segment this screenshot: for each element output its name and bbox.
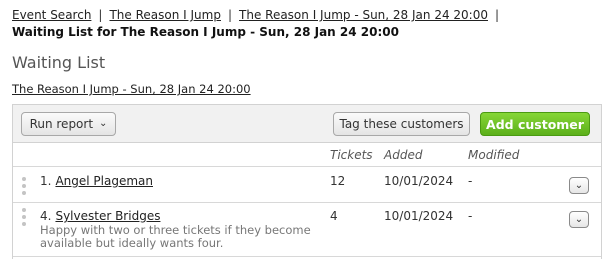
added-value: 10/01/2024 [384, 209, 454, 223]
table-row: 4. Sylvester Bridges Happy with two or th… [13, 203, 601, 257]
breadcrumb-performance[interactable]: The Reason I Jump - Sun, 28 Jan 24 20:00 [239, 8, 488, 22]
added-value: 10/01/2024 [384, 174, 454, 188]
chevron-down-icon: ⌄ [574, 214, 584, 225]
toolbar: Run report ⌄ Tag these customers Add cus… [13, 105, 601, 143]
tickets-value: 12 [330, 174, 346, 188]
customer-cell: 4. Sylvester Bridges [40, 209, 160, 223]
queue-position: 4. [40, 209, 52, 223]
breadcrumb-separator: | [227, 8, 233, 22]
chevron-down-icon: ⌄ [99, 118, 108, 129]
modified-value: - [468, 174, 473, 188]
column-header-tickets: Tickets [330, 148, 373, 162]
customer-name-link[interactable]: Angel Plageman [55, 174, 153, 188]
breadcrumb-separator: | [494, 8, 500, 22]
page-title: Waiting List [12, 53, 106, 72]
customer-name-link[interactable]: Sylvester Bridges [55, 209, 160, 223]
breadcrumb-event-search[interactable]: Event Search [12, 8, 91, 22]
add-customer-button[interactable]: Add customer [480, 112, 590, 136]
drag-handle-icon[interactable] [22, 177, 28, 195]
tag-customers-button[interactable]: Tag these customers [333, 112, 470, 136]
row-actions-button[interactable]: ⌄ [569, 211, 589, 228]
breadcrumb-event[interactable]: The Reason I Jump [109, 8, 221, 22]
queue-position: 1. [40, 174, 52, 188]
waiting-list-panel: Run report ⌄ Tag these customers Add cus… [12, 104, 602, 259]
breadcrumb: Event Search | The Reason I Jump | The Reaso… [12, 7, 602, 41]
row-actions-button[interactable]: ⌄ [569, 177, 589, 194]
event-performance-link[interactable]: The Reason I Jump - Sun, 28 Jan 24 20:00 [12, 82, 251, 96]
column-header-modified: Modified [468, 148, 520, 162]
drag-handle-icon[interactable] [22, 208, 28, 226]
breadcrumb-separator: | [98, 8, 103, 22]
customer-note: Happy with two or three tickets if they … [40, 223, 311, 250]
waiting-list-page: Event Search | The Reason I Jump | The Reaso… [0, 0, 612, 261]
customer-cell: 1. Angel Plageman [40, 174, 153, 188]
table-header: Tickets Added Modified [13, 143, 601, 167]
run-report-button[interactable]: Run report ⌄ [21, 112, 116, 136]
modified-value: - [468, 209, 473, 223]
column-header-added: Added [384, 148, 423, 162]
chevron-down-icon: ⌄ [574, 180, 584, 191]
run-report-label: Run report [29, 117, 94, 131]
table-row: 1. Angel Plageman 12 10/01/2024 - ⌄ [13, 167, 601, 203]
breadcrumb-current: Waiting List for The Reason I Jump - Sun… [12, 25, 399, 39]
tickets-value: 4 [330, 209, 338, 223]
